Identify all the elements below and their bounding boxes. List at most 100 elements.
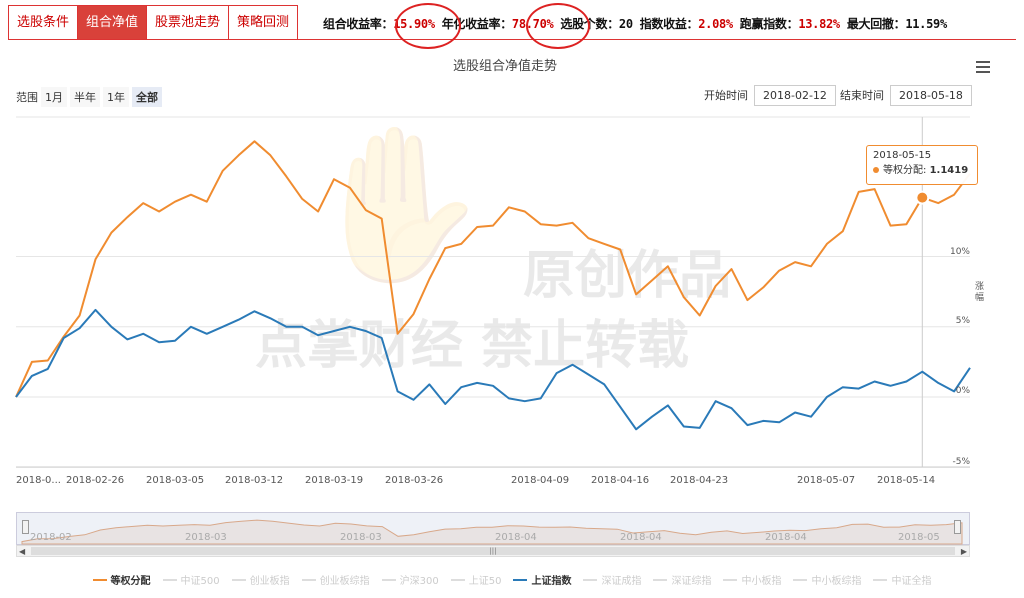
legend-swatch <box>301 578 316 581</box>
xtick-label: 2018-03-12 <box>225 475 284 486</box>
scrollbar-left-arrow[interactable]: ◀ <box>19 547 25 556</box>
range-1m-button[interactable]: 1月 <box>41 87 67 107</box>
scrollbar-thumb[interactable]: ||| <box>31 547 955 555</box>
xtick-label: 2018-0... <box>16 475 61 486</box>
legend-label: 中证500 <box>180 576 220 587</box>
end-date-label: 结束时间 <box>840 89 884 102</box>
highlight-circle-annual-return <box>526 3 590 49</box>
range-selector: 范围 1月 半年 1年 全部 <box>16 87 162 107</box>
navigator-label: 2018-04 <box>620 532 662 543</box>
portfolio-return-label: 组合收益率： <box>323 17 394 31</box>
xtick-label: 2018-05-14 <box>877 475 936 486</box>
legend-item-equal-weight[interactable]: 等权分配 <box>92 572 151 587</box>
stock-count-value: 20 <box>618 17 633 31</box>
range-navigator[interactable] <box>16 512 970 545</box>
legend-swatch <box>162 578 177 581</box>
legend: 等权分配 中证500 创业板指 创业板综指 沪深300 上证50 上证指数 深证… <box>0 572 1024 587</box>
legend-label: 等权分配 <box>110 576 151 587</box>
tab-strategy-backtest[interactable]: 策略回测 <box>229 6 298 39</box>
legend-label: 深证综指 <box>671 576 712 587</box>
range-6m-button[interactable]: 半年 <box>70 87 100 107</box>
xtick-label: 2018-05-07 <box>797 475 856 486</box>
legend-swatch <box>381 578 396 581</box>
navigator-handle-right[interactable] <box>954 520 961 534</box>
tab-portfolio-nav[interactable]: 组合净值 <box>78 6 148 39</box>
navigator-label: 2018-02 <box>30 532 72 543</box>
xtick-label: 2018-03-05 <box>146 475 205 486</box>
legend-swatch <box>231 578 246 581</box>
xtick-label: 2018-04-23 <box>670 475 729 486</box>
navigator-handle-left[interactable] <box>22 520 29 534</box>
end-date-input[interactable]: 2018-05-18 <box>890 85 972 106</box>
chart-menu-icon[interactable] <box>976 61 990 76</box>
xtick-label: 2018-03-19 <box>305 475 364 486</box>
legend-label: 上证50 <box>468 576 502 587</box>
navigator-label: 2018-03 <box>185 532 227 543</box>
legend-item-sme-composite[interactable]: 中小板综指 <box>793 572 861 587</box>
legend-swatch <box>92 578 107 581</box>
tab-stock-conditions[interactable]: 选股条件 <box>9 6 79 39</box>
ytick-label: 0% <box>955 386 970 396</box>
legend-swatch <box>653 578 668 581</box>
legend-swatch <box>513 578 528 581</box>
chart-title: 选股组合净值走势 <box>452 59 557 74</box>
ytick-label: 10% <box>949 247 970 257</box>
legend-label: 中小板指 <box>741 576 782 587</box>
excess-label: 跑赢指数： <box>739 17 799 31</box>
legend-label: 创业板指 <box>249 576 290 587</box>
legend-label: 中小板综指 <box>811 576 862 587</box>
scrollbar-right-arrow[interactable]: ▶ <box>961 547 967 556</box>
tab-bar: 选股条件 组合净值 股票池走势 策略回测 <box>8 5 299 40</box>
y-axis-unit: 涨幅 <box>975 282 985 303</box>
legend-swatch <box>873 578 888 581</box>
range-all-button[interactable]: 全部 <box>132 87 162 107</box>
xtick-label: 2018-04-16 <box>591 475 650 486</box>
navigator-label: 2018-04 <box>765 532 807 543</box>
watermark-logo: ✋ <box>305 118 492 292</box>
legend-label: 深证成指 <box>601 576 642 587</box>
tooltip: 2018-05-15 等权分配: 1.1419 <box>866 145 978 185</box>
max-drawdown-label: 最大回撤： <box>846 17 906 31</box>
index-return-value: 2.08% <box>698 17 733 31</box>
legend-item-sme-index[interactable]: 中小板指 <box>723 572 781 587</box>
tooltip-series-dot <box>873 167 879 173</box>
legend-item-sse-composite[interactable]: 上证指数 <box>513 572 571 587</box>
range-label: 范围 <box>16 91 38 104</box>
start-date-label: 开始时间 <box>704 89 748 102</box>
max-drawdown-value: 11.59% <box>905 17 947 31</box>
watermark-line1: 原创作品 <box>523 246 732 306</box>
legend-swatch <box>450 578 465 581</box>
tab-stock-pool-trend[interactable]: 股票池走势 <box>147 6 230 39</box>
legend-item-chinext-composite[interactable]: 创业板综指 <box>301 572 370 587</box>
xtick-label: 2018-03-26 <box>385 475 444 486</box>
tooltip-value: 1.1419 <box>929 165 969 176</box>
legend-item-szse-composite[interactable]: 深证综指 <box>653 572 711 587</box>
highlight-circle-portfolio-return <box>395 3 461 49</box>
legend-label: 中证全指 <box>891 576 932 587</box>
legend-item-csi300[interactable]: 沪深300 <box>381 572 439 587</box>
legend-item-csi-all[interactable]: 中证全指 <box>873 572 931 587</box>
legend-swatch <box>723 578 738 581</box>
legend-item-csi500[interactable]: 中证500 <box>162 572 220 587</box>
start-date-input[interactable]: 2018-02-12 <box>754 85 836 106</box>
legend-label: 沪深300 <box>399 576 439 587</box>
navigator-label: 2018-03 <box>340 532 382 543</box>
tab-underline <box>8 39 1016 40</box>
xtick-label: 2018-02-26 <box>66 475 125 486</box>
range-1y-button[interactable]: 1年 <box>103 87 129 107</box>
hover-marker <box>915 190 930 205</box>
date-range-end: 结束时间 2018-05-18 <box>840 85 972 106</box>
legend-item-chinext[interactable]: 创业板指 <box>231 572 290 587</box>
xtick-label: 2018-04-09 <box>511 475 570 486</box>
scrollbar[interactable]: ◀ ||| ▶ <box>16 545 970 557</box>
index-return-label: 指数收益： <box>639 17 699 31</box>
tooltip-date: 2018-05-15 <box>873 150 932 161</box>
date-range-start: 开始时间 2018-02-12 <box>704 85 836 106</box>
legend-swatch <box>583 578 598 581</box>
ytick-label: -5% <box>952 457 970 467</box>
legend-item-szse-component[interactable]: 深证成指 <box>583 572 641 587</box>
legend-item-sse50[interactable]: 上证50 <box>450 572 502 587</box>
excess-value: 13.82% <box>798 17 840 31</box>
watermark-line2: 点掌财经 禁止转载 <box>255 316 690 376</box>
navigator-label: 2018-04 <box>495 532 537 543</box>
